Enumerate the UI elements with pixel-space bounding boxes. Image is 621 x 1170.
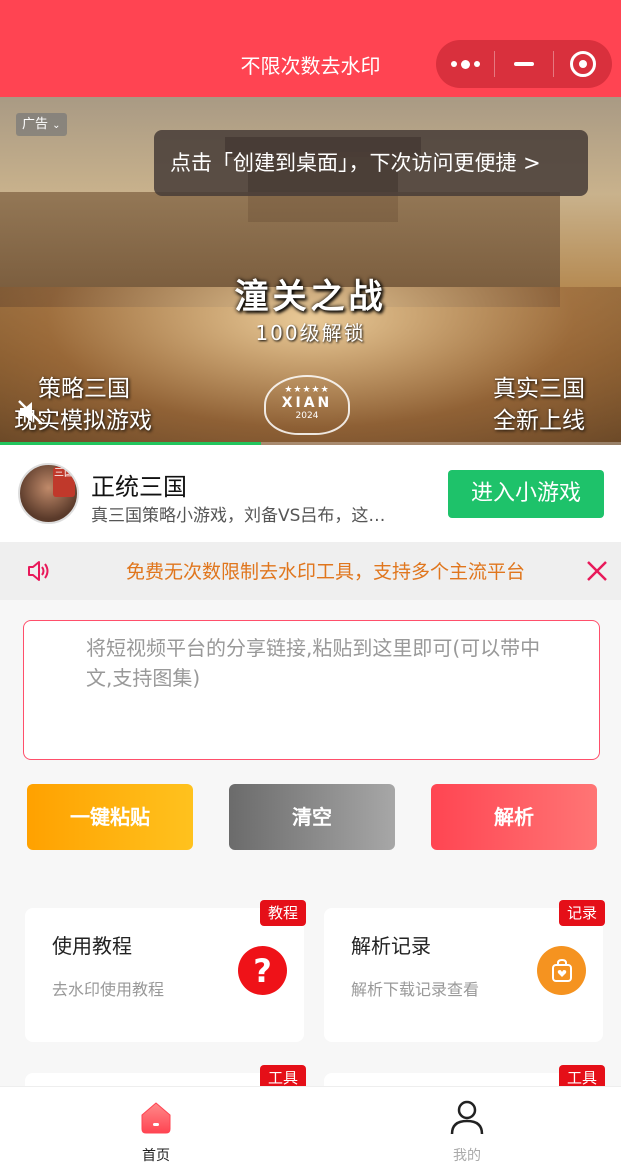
ad-right-caption-1: 真实三国: [493, 376, 585, 402]
enter-mini-game-button[interactable]: 进入小游戏: [448, 470, 604, 518]
share-link-input[interactable]: [86, 633, 546, 743]
close-program-button[interactable]: [554, 40, 612, 88]
add-to-desktop-tip[interactable]: 点击「创建到桌面」，下次访问更便捷 >: [154, 130, 588, 196]
badge-text: XIAN: [281, 395, 333, 411]
tab-mine-label: 我的: [453, 1148, 481, 1164]
ad-right-caption: 真实三国 全新上线: [493, 373, 585, 437]
badge-year: 2024: [295, 411, 319, 421]
game-logo: 三国: [53, 467, 75, 497]
shopping-bag-heart-icon: [537, 946, 586, 995]
tutorial-card[interactable]: 使用教程 去水印使用教程 教程 ?: [25, 900, 306, 1042]
game-avatar: 三国: [18, 463, 79, 524]
minimize-button[interactable]: [495, 40, 553, 88]
minimize-icon: [514, 62, 534, 66]
link-input-box: [23, 620, 600, 760]
ad-banner[interactable]: 广告 ⌄ 点击「创建到桌面」，下次访问更便捷 > 潼关之战 100级解锁 策略三…: [0, 97, 621, 445]
mute-icon[interactable]: [16, 397, 46, 427]
card-title: 解析记录: [351, 934, 431, 958]
close-icon[interactable]: [584, 558, 610, 584]
tab-mine[interactable]: 我的: [407, 1097, 527, 1165]
card-subtitle: 解析下载记录查看: [351, 980, 480, 999]
bottom-tab-bar: 首页 我的: [0, 1086, 621, 1170]
card-tag: 记录: [558, 900, 605, 926]
mini-game-promo[interactable]: 三国 正统三国 真三国策略小游戏，刘备VS吕布，这… 进入小游戏: [0, 445, 621, 542]
game-name: 正统三国: [91, 473, 187, 501]
ad-game-title: 潼关之战: [234, 277, 387, 317]
help-question-icon: ?: [238, 946, 287, 995]
user-icon: [450, 1100, 484, 1135]
target-circle-icon: [570, 51, 596, 77]
card-title: 使用教程: [52, 934, 132, 958]
mini-program-capsule: [436, 40, 612, 88]
tab-home-label: 首页: [142, 1148, 170, 1164]
speaker-icon: [28, 561, 49, 581]
ad-tag-label: 广告: [22, 117, 49, 132]
notice-bar: 免费无次数限制去水印工具，支持多个主流平台: [0, 542, 621, 600]
notice-text: 免费无次数限制去水印工具，支持多个主流平台: [126, 561, 526, 583]
tab-home[interactable]: 首页: [96, 1097, 216, 1165]
clear-button[interactable]: 清空: [229, 784, 395, 850]
parse-button[interactable]: 解析: [431, 784, 597, 850]
xian-badge: ★★★★★ XIAN 2024: [264, 375, 350, 435]
paste-button[interactable]: 一键粘贴: [27, 784, 193, 850]
top-nav-bar: 不限次数去水印: [0, 0, 621, 97]
card-tag: 教程: [259, 900, 306, 926]
home-icon: [141, 1102, 171, 1134]
game-description: 真三国策略小游戏，刘备VS吕布，这…: [91, 506, 386, 526]
chevron-down-icon: ⌄: [52, 120, 61, 131]
more-dots-icon: [450, 59, 480, 69]
more-menu-button[interactable]: [436, 40, 494, 88]
parse-history-card[interactable]: 解析记录 解析下载记录查看 记录: [324, 900, 605, 1042]
ad-game-subtitle: 100级解锁: [255, 321, 366, 345]
badge-stars-icon: ★★★★★: [284, 385, 330, 395]
ad-right-caption-2: 全新上线: [493, 408, 585, 434]
ad-tag[interactable]: 广告 ⌄: [16, 113, 67, 136]
card-subtitle: 去水印使用教程: [52, 980, 165, 999]
